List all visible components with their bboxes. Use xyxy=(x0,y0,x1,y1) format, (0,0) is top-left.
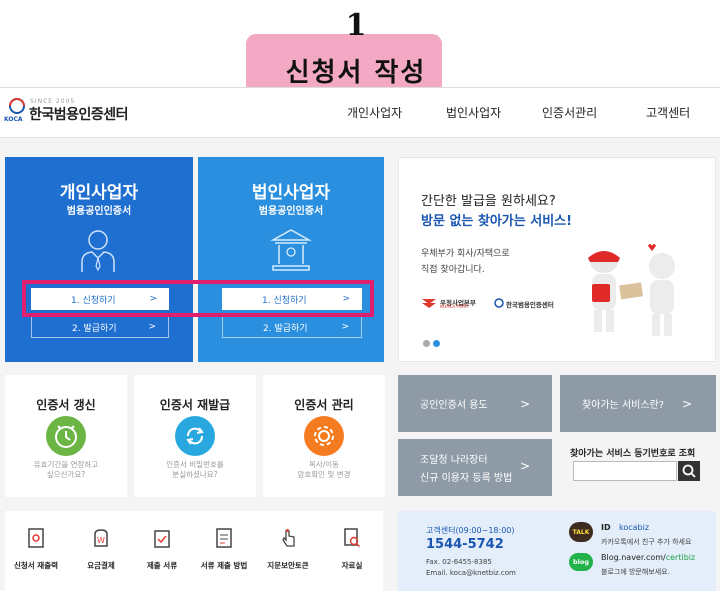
logo-abbr: KOCA xyxy=(4,116,23,123)
procurement-label1: 조달청 나라장터 xyxy=(420,455,488,466)
building-icon xyxy=(270,229,312,271)
chevron-right-icon: > xyxy=(681,396,692,411)
cert-usage-label: 공인인증서 용도 xyxy=(420,400,488,411)
visit-service-tile[interactable]: 찾아가는 서비스란? > xyxy=(560,375,716,432)
individual-issue-button[interactable]: 2. 발급하기 > xyxy=(31,316,169,338)
service-renew-desc2: 싶으신가요? xyxy=(46,470,86,479)
clipboard-check-icon[interactable] xyxy=(150,528,174,552)
refresh-icon xyxy=(175,416,215,456)
payment-icon[interactable]: W xyxy=(89,528,113,552)
carousel-dot-2[interactable] xyxy=(433,340,440,347)
service-reissue-title: 인증서 재발급 xyxy=(159,398,231,412)
blog-url[interactable]: Blog.naver.com/certibiz xyxy=(601,553,695,562)
carousel-dot-1[interactable] xyxy=(423,340,430,347)
procurement-label2: 신규 이용자 등록 방법 xyxy=(420,473,513,484)
promo-line1: 간단한 발급을 원하세요? xyxy=(421,194,556,209)
quick-links-bar xyxy=(5,511,383,591)
certificate-icon[interactable] xyxy=(24,528,48,552)
delivery-illustration-icon xyxy=(588,244,675,336)
card-individual-title: 개인사업자 xyxy=(59,183,139,203)
lookup-input[interactable] xyxy=(573,461,677,481)
promo-line2: 방문 없는 찾아가는 서비스! xyxy=(421,214,573,229)
card-corporate-subtitle: 범용공인인증서 xyxy=(258,206,324,217)
step-number: 1 xyxy=(345,8,367,43)
link-fingerprint-token[interactable]: 지문보안토큰 xyxy=(256,560,320,571)
card-corporate-title: 법인사업자 xyxy=(251,183,331,203)
korea-post-logo-icon xyxy=(422,299,436,308)
service-reissue-desc2: 분실하셨나요? xyxy=(172,470,218,479)
link-reprint[interactable]: 신청서 재출력 xyxy=(4,560,68,571)
link-payment[interactable]: 요금결제 xyxy=(72,560,130,571)
card-individual-subtitle: 범용공인인증서 xyxy=(66,206,132,217)
corporate-issue-button[interactable]: 2. 발급하기 > xyxy=(222,316,362,338)
apply-highlight-box xyxy=(22,280,374,317)
search-document-icon[interactable] xyxy=(340,528,364,552)
koca-small-logo-icon xyxy=(494,298,504,308)
service-renew-title: 인증서 갱신 xyxy=(36,398,96,412)
chevron-right-icon: > xyxy=(519,396,530,411)
talk-id-label: ID xyxy=(601,523,611,532)
svg-text:W: W xyxy=(97,536,105,545)
chevron-right-icon: > xyxy=(148,322,156,332)
link-submit-method[interactable]: 서류 제출 방법 xyxy=(192,560,256,571)
link-documents[interactable]: 제출 서류 xyxy=(133,560,191,571)
promo-desc1: 우체부가 회사/자택으로 xyxy=(421,249,510,259)
chevron-right-icon: > xyxy=(341,322,349,332)
nav-individual[interactable]: 개인사업자 xyxy=(347,104,402,121)
link-resources[interactable]: 자료실 xyxy=(326,560,378,571)
kakaotalk-icon[interactable]: TALK xyxy=(569,522,593,542)
logo-name[interactable]: 한국범용인증센터 xyxy=(29,104,129,124)
contact-email[interactable]: Email. koca@knetbiz.com xyxy=(426,569,516,577)
chevron-right-icon: > xyxy=(519,459,530,473)
blog-url-suffix: certibiz xyxy=(665,553,696,562)
service-manage-desc2: 암호확인 및 변경 xyxy=(297,470,351,479)
contact-fax: Fax. 02-6455-8385 xyxy=(426,558,492,566)
partner2: 한국범용인증센터 xyxy=(506,301,554,309)
procurement-tile[interactable]: 조달청 나라장터 신규 이용자 등록 방법 > xyxy=(398,439,552,496)
document-icon[interactable] xyxy=(212,528,236,552)
service-manage-desc1: 복사/이동 xyxy=(308,460,340,469)
blog-url-prefix: Blog.naver.com/ xyxy=(601,553,666,562)
service-renew-desc1: 유효기간을 연장하고 xyxy=(33,460,99,469)
visit-service-label: 찾아가는 서비스란? xyxy=(582,400,665,411)
contact-phone[interactable]: 1544-5742 xyxy=(426,537,504,552)
nav-cert-management[interactable]: 인증서관리 xyxy=(542,104,597,121)
naver-blog-icon[interactable]: blog xyxy=(569,553,593,571)
gear-icon xyxy=(304,416,344,456)
service-manage-title: 인증서 관리 xyxy=(294,398,354,412)
person-icon xyxy=(81,230,115,272)
clock-icon xyxy=(46,416,86,456)
blog-desc: 블로그에 방문해보세요. xyxy=(601,568,670,576)
contact-label: 고객센터(09:00~18:00) xyxy=(426,526,515,535)
partner1-sub: KOREA POST xyxy=(440,305,469,310)
koca-logo-icon xyxy=(9,98,25,114)
corporate-issue-label: 2. 발급하기 xyxy=(263,323,308,334)
talk-desc: 카카오톡에서 친구 추가 하세요 xyxy=(601,538,692,546)
talk-id[interactable]: kocabiz xyxy=(619,523,649,532)
service-reissue-desc1: 인증서 비밀번호를 xyxy=(166,460,224,469)
lookup-label: 찾아가는 서비스 등기번호로 조회 xyxy=(570,449,696,459)
search-icon xyxy=(682,464,696,478)
promo-desc2: 직접 찾아갑니다. xyxy=(421,265,485,275)
fingerprint-token-icon[interactable] xyxy=(276,528,300,552)
nav-customer-center[interactable]: 고객센터 xyxy=(646,104,690,121)
search-button[interactable] xyxy=(678,461,700,481)
cert-usage-tile[interactable]: 공인인증서 용도 > xyxy=(398,375,552,432)
nav-corporate[interactable]: 법인사업자 xyxy=(446,104,501,121)
individual-issue-label: 2. 발급하기 xyxy=(72,323,117,334)
step-title: 신청서 작성 xyxy=(285,58,427,88)
